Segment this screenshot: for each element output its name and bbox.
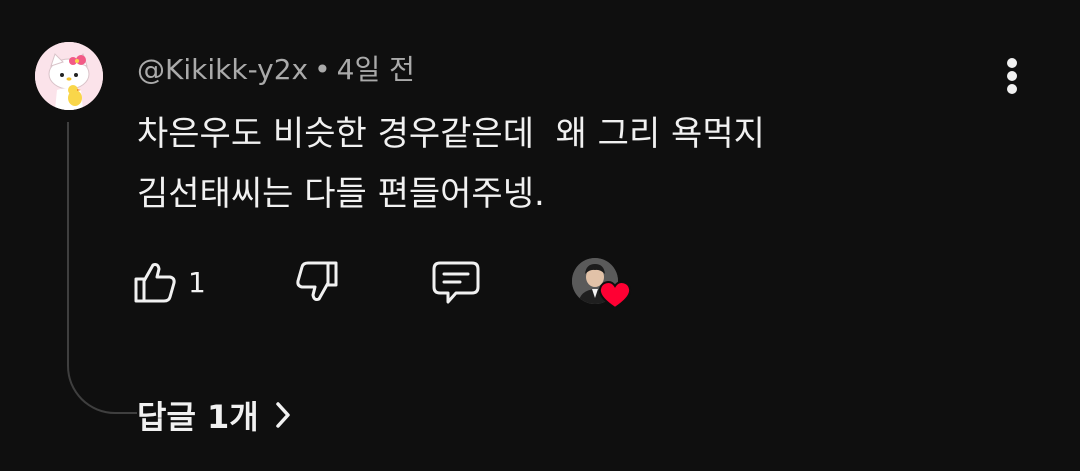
view-replies-button[interactable]: 답글 1개 [137,392,293,438]
kebab-menu-dot [1007,71,1017,81]
hello-kitty-avatar-icon [35,42,103,110]
comment-body: 차은우도 비슷한 경우같은데 왜 그리 욕먹지 김선태씨는 다들 편들어주넹. [137,104,977,224]
comment-thread: @Kikikk-y2x • 4일 전 차은우도 비슷한 경우같은데 왜 그리 욕먹지… [0,0,1080,471]
kebab-menu-dot [1007,84,1017,94]
thumbs-up-icon [134,263,176,303]
like-count: 1 [188,265,206,299]
chevron-right-icon [275,402,290,428]
comment-timestamp[interactable]: 4일 전 [337,53,415,86]
comment-meta: @Kikikk-y2x • 4일 전 [137,48,415,88]
meta-separator: • [314,53,331,86]
kebab-menu-icon [1007,58,1017,68]
author-handle[interactable]: @Kikikk-y2x [137,53,308,86]
comment-bubble-icon [432,261,480,304]
more-options-button[interactable] [994,52,1030,100]
thread-connector-line [67,122,137,414]
comment-line: 김선태씨는 다들 편들어주넹. [137,174,545,214]
comment-line: 차은우도 비슷한 경우같은데 왜 그리 욕먹지 [137,114,765,154]
replies-label: 답글 1개 [137,398,259,436]
heart-icon [598,280,632,310]
author-avatar[interactable] [35,42,103,110]
like-button[interactable]: 1 [132,256,206,308]
dislike-button[interactable] [290,256,340,308]
thumbs-down-icon [296,261,338,301]
reply-button[interactable] [430,256,482,308]
creator-heart-badge [570,256,634,312]
